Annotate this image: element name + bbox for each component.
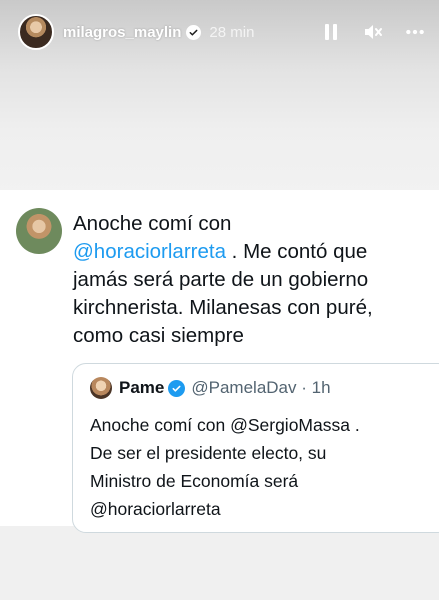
avatar[interactable]: [18, 14, 54, 50]
quoted-name: Pame: [119, 378, 165, 397]
quoted-line: Anoche comí con @SergioMassa .: [90, 415, 360, 435]
muted-speaker-icon[interactable]: [363, 22, 383, 42]
quoted-text: Anoche comí con @SergioMassa . De ser el…: [90, 411, 439, 523]
quoted-line: @horaciorlarreta: [90, 499, 221, 519]
story-header: milagros_maylin 28 min: [0, 0, 439, 64]
tweet-card: Anoche comí con @horaciorlarreta . Me co…: [0, 190, 439, 533]
username[interactable]: milagros_maylin: [63, 24, 181, 41]
tweet-line-rest: . Me contó que: [225, 240, 368, 263]
tweet-text: Anoche comí con @horaciorlarreta . Me co…: [73, 210, 437, 350]
story-time: 28 min: [209, 23, 255, 41]
quoted-line: Ministro de Economía será: [90, 471, 299, 491]
verified-icon: [168, 379, 186, 397]
quoted-tweet[interactable]: Pame @PamelaDav · 1h Anoche comí con @Se…: [72, 363, 439, 533]
tweet-line: @horaciorlarreta . Me contó que: [73, 238, 437, 266]
pause-icon[interactable]: [321, 22, 341, 42]
mention-link[interactable]: @horaciorlarreta: [73, 240, 226, 263]
quoted-avatar: [90, 377, 112, 399]
quoted-line: De ser el presidente electo, su: [90, 443, 327, 463]
more-icon[interactable]: [405, 22, 425, 42]
quoted-tweet-header: Pame @PamelaDav · 1h: [90, 377, 331, 399]
tweet-line: como casi siempre: [73, 324, 244, 347]
verified-badge-icon: [186, 24, 202, 40]
tweet-avatar: [16, 208, 62, 254]
tweet-line: kirchnerista. Milanesas con puré,: [73, 296, 373, 319]
tweet-line: jamás será parte de un gobierno: [73, 268, 369, 291]
quoted-handle: @PamelaDav · 1h: [191, 378, 331, 397]
tweet-line: Anoche comí con: [73, 212, 232, 235]
story-controls: [321, 22, 425, 42]
